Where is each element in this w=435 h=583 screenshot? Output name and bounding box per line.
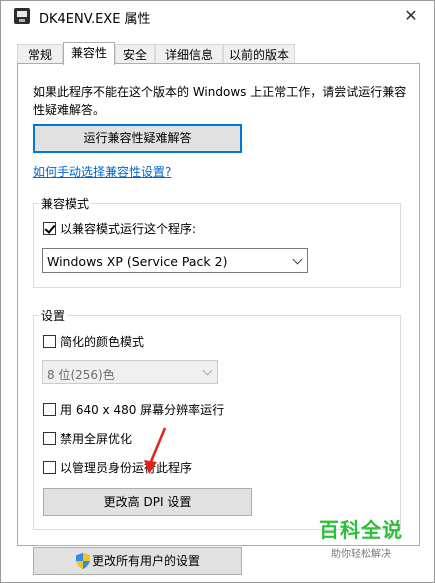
color-depth-select: 8 位(256)色: [42, 360, 218, 384]
watermark-sub-text: 助你轻松解决: [331, 549, 391, 560]
compat-mode-group-label: 兼容模式: [39, 195, 92, 212]
settings-group-label: 设置: [39, 307, 68, 324]
reduced-color-label[interactable]: 简化的颜色模式: [60, 333, 144, 350]
tab-general[interactable]: 常规: [17, 44, 63, 64]
all-users-button-label: 更改所有用户的设置: [92, 554, 201, 568]
run-as-admin-label[interactable]: 以管理员身份运行此程序: [60, 459, 192, 476]
color-depth-value: 8 位(256)色: [47, 368, 115, 382]
compat-mode-group: [33, 203, 401, 288]
compat-description: 如果此程序不能在这个版本的 Windows 上正常工作，请尝试运行兼容性疑难解答…: [33, 85, 407, 117]
close-button[interactable]: ✕: [388, 1, 434, 31]
resolution-640-label[interactable]: 用 640 x 480 屏幕分辨率运行: [60, 401, 224, 418]
annotation-arrow-icon: [144, 427, 167, 474]
title-bar: DK4ENV.EXE 属性 ✕: [1, 1, 434, 31]
uac-shield-icon: [76, 553, 90, 569]
disable-fullscreen-label[interactable]: 禁用全屏优化: [60, 430, 132, 447]
tab-previous-versions[interactable]: 以前的版本: [223, 44, 295, 64]
watermark-main-text: 百科全说: [319, 518, 403, 542]
compat-mode-checkbox-label[interactable]: 以兼容模式运行这个程序:: [60, 220, 196, 237]
tab-details[interactable]: 详细信息: [155, 44, 223, 64]
change-dpi-button[interactable]: 更改高 DPI 设置: [43, 488, 252, 516]
window-title: DK4ENV.EXE 属性: [39, 12, 151, 27]
watermark-logo: 百科全说 助你轻松解决: [301, 514, 421, 560]
change-all-users-button[interactable]: 更改所有用户的设置: [33, 547, 242, 575]
resolution-640-checkbox[interactable]: [43, 403, 56, 416]
run-as-admin-checkbox[interactable]: [43, 461, 56, 474]
chevron-down-icon: [289, 249, 307, 272]
tab-security[interactable]: 安全: [115, 44, 155, 64]
app-exe-icon: [14, 8, 30, 24]
compat-mode-checkbox[interactable]: [43, 222, 56, 235]
os-version-select[interactable]: Windows XP (Service Pack 2): [42, 248, 308, 273]
run-troubleshooter-button[interactable]: 运行兼容性疑难解答: [33, 124, 242, 153]
os-version-value: Windows XP (Service Pack 2): [47, 254, 228, 269]
reduced-color-checkbox[interactable]: [43, 335, 56, 348]
chevron-down-icon: [199, 361, 217, 383]
manual-settings-link[interactable]: 如何手动选择兼容性设置?: [33, 163, 171, 180]
tab-compatibility[interactable]: 兼容性: [63, 42, 115, 65]
properties-window: DK4ENV.EXE 属性 ✕ 常规 兼容性 安全 详细信息 以前的版本 如果此…: [0, 0, 435, 583]
disable-fullscreen-checkbox[interactable]: [43, 432, 56, 445]
